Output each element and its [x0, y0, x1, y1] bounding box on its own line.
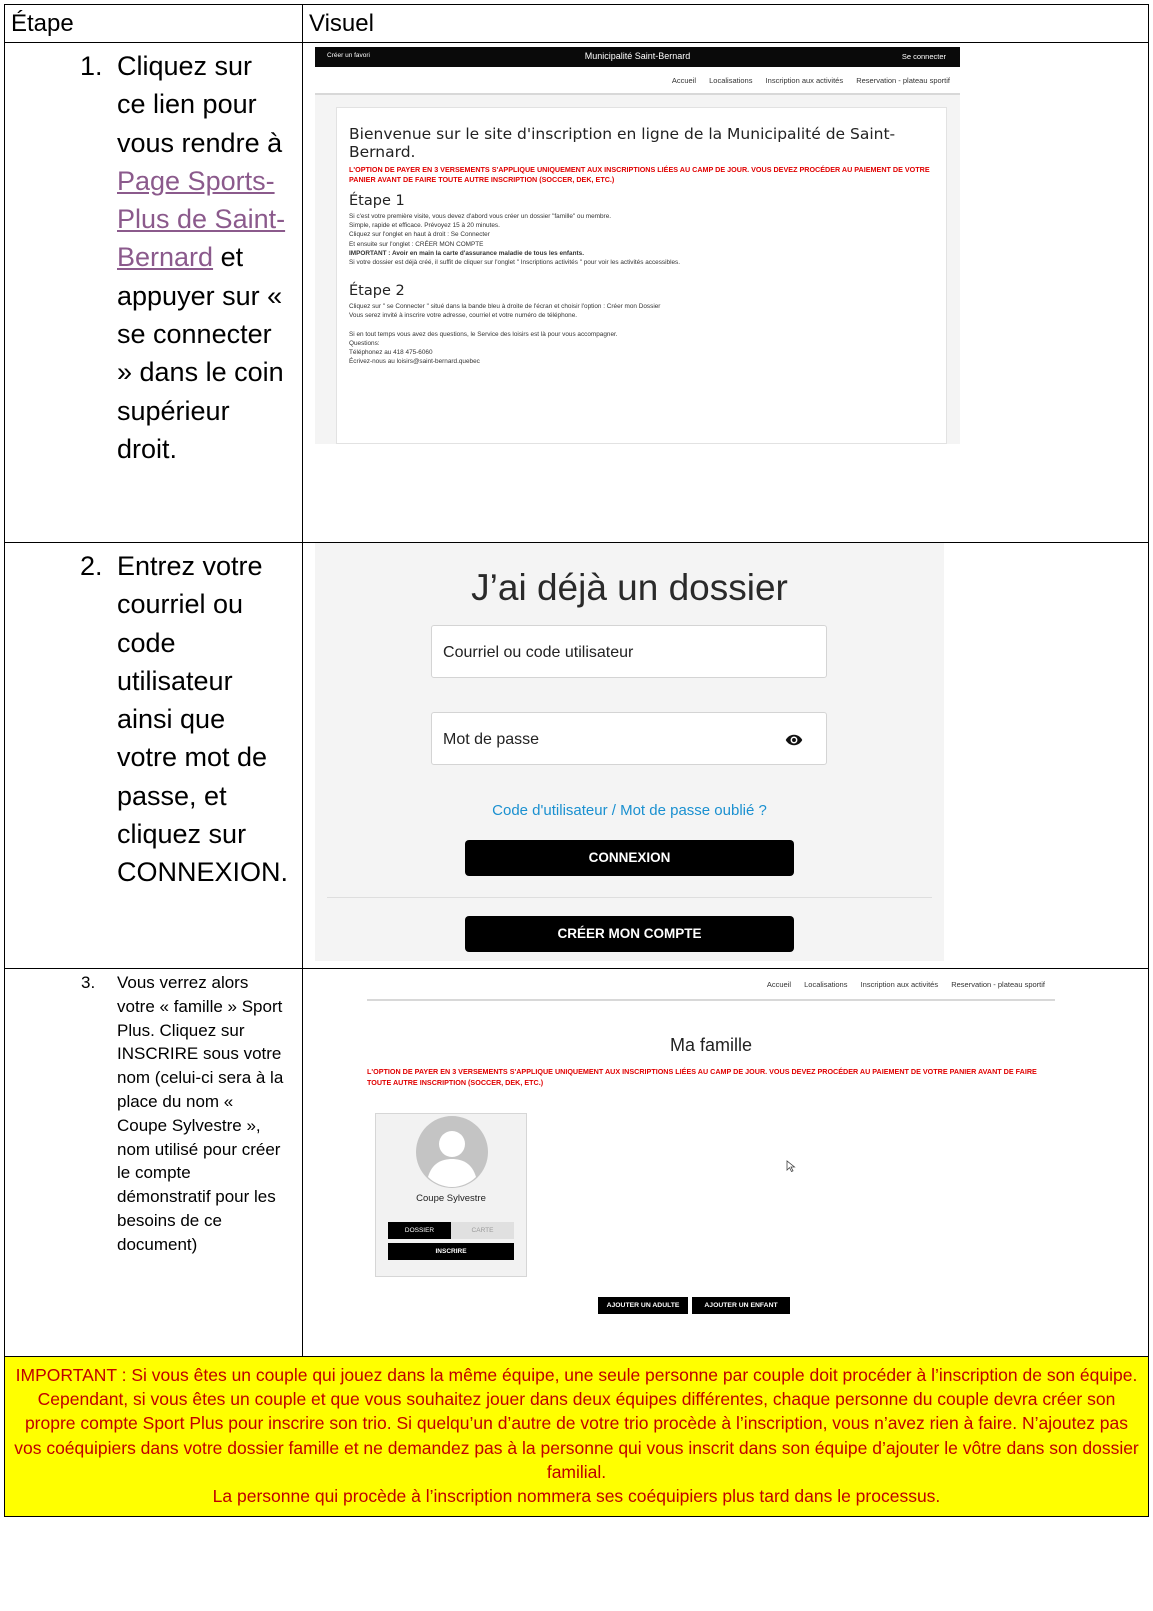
step1-row: 1. Cliquez sur ce lien pour vous rendre à…: [3, 42, 1149, 543]
step3-body: Vous verrez alors votre « famille » Spor…: [117, 973, 284, 1254]
login-divider: [327, 897, 933, 898]
step2-number: 2.: [80, 551, 103, 581]
eye-icon[interactable]: [785, 731, 803, 749]
site-login-link[interactable]: Se connecter: [902, 52, 946, 61]
welcome-heading: Bienvenue sur le site d'inscription en l…: [349, 125, 896, 161]
step3-cell: 3. Vous verrez alors votre « famille » Sp…: [3, 968, 304, 1357]
etape1-line: Et ensuite sur l'onglet : CRÉER MON COMP…: [349, 240, 484, 248]
etape2-line: Cliquez sur " se Connecter " situé dans …: [349, 303, 661, 311]
step1-visual-cell: Créer un favori Municipalité Saint-Berna…: [302, 42, 1149, 543]
important-note: IMPORTANT : Si vous êtes un couple qui j…: [4, 1355, 1149, 1518]
header-row: Étape Visuel: [3, 4, 1149, 43]
step1-text: 1. Cliquez sur ce lien pour vous rendre à…: [5, 43, 302, 474]
member-name: Coupe Sylvestre: [416, 1193, 486, 1204]
step2-row: 2. Entrez votre courriel ou code utilisat…: [3, 542, 1149, 969]
tab-dossier[interactable]: DOSSIER: [388, 1222, 452, 1239]
etape1-line: Si votre dossier est déjà créé, il suffi…: [349, 259, 681, 267]
sports-plus-link[interactable]: Page Sports-Plus de Saint-Bernard: [117, 166, 285, 273]
etape1-important: IMPORTANT : Avoir en main la carte d'ass…: [349, 249, 584, 257]
login-title: J’ai déjà un dossier: [471, 567, 788, 608]
avatar-icon: [416, 1116, 489, 1188]
etape2-line: Écrivez-nous au loisirs@saint-bernard.qu…: [349, 358, 480, 366]
welcome-card: Bienvenue sur le site d'inscription en l…: [336, 107, 948, 444]
add-adult-button[interactable]: AJOUTER UN ADULTE: [598, 1297, 689, 1314]
step3-number: 3.: [81, 973, 96, 992]
step2-text: 2. Entrez votre courriel ou code utilisat…: [5, 543, 302, 898]
family-nav: Accueil Localisations Inscription aux ac…: [367, 969, 1056, 1001]
etape2-line: Vous serez invité à inscrire votre adres…: [349, 312, 578, 320]
family-screenshot: Accueil Localisations Inscription aux ac…: [361, 969, 1062, 1354]
payment-notice: L'OPTION DE PAYER EN 3 VERSEMENTS S'APPL…: [349, 165, 930, 184]
etape2-heading: Étape 2: [349, 283, 405, 300]
site-top-bar: Créer un favori Municipalité Saint-Berna…: [315, 47, 961, 67]
member-card: Coupe Sylvestre DOSSIER CARTE INSCRIRE: [375, 1113, 528, 1277]
step1-text-before: Cliquez sur ce lien pour vous rendre à: [117, 51, 283, 158]
nav-accueil[interactable]: Accueil: [767, 980, 791, 989]
add-child-button[interactable]: AJOUTER UN ENFANT: [692, 1297, 791, 1314]
etape1-line: Simple, rapide et efficace. Prévoyez 15 …: [349, 222, 500, 230]
important-row: IMPORTANT : Si vous êtes un couple qui j…: [4, 1355, 1149, 1518]
family-title: Ma famille: [670, 1035, 753, 1055]
mouse-cursor-icon: [786, 1160, 796, 1172]
etape1-body: Si c'est votre première visite, vous dev…: [349, 212, 934, 267]
etape1-heading: Étape 1: [349, 193, 405, 209]
etape1-line: Cliquez sur l'onglet en haut à droit : S…: [349, 231, 490, 239]
etape2-line: Questions:: [349, 340, 380, 348]
step2-body: Entrez votre courriel ou code utilisateu…: [117, 551, 289, 888]
step1-cell: 1. Cliquez sur ce lien pour vous rendre à…: [3, 42, 304, 543]
nav-accueil[interactable]: Accueil: [672, 76, 696, 85]
inscrire-button[interactable]: INSCRIRE: [388, 1243, 515, 1260]
nav-reservation[interactable]: Reservation - plateau sportif: [856, 76, 950, 85]
etape2-body: Cliquez sur " se Connecter " situé dans …: [349, 302, 934, 366]
etape2-line: Si en tout temps vous avez des questions…: [349, 330, 618, 338]
password-field[interactable]: Mot de passe: [431, 712, 828, 765]
instructions-table: Étape Visuel 1. Cliquez sur ce lien pour …: [3, 4, 1149, 1518]
forgot-password-link[interactable]: Code d'utilisateur / Mot de passe oublié…: [315, 802, 944, 819]
step1-text-after: et appuyer sur « se connecter » dans le …: [117, 242, 284, 464]
step3-text: 3. Vous verrez alors votre « famille » Sp…: [5, 969, 302, 1259]
site-nav: Accueil Localisations Inscription aux ac…: [315, 67, 961, 95]
login-screenshot: J’ai déjà un dossier Courriel ou code ut…: [315, 543, 945, 961]
nav-localisations[interactable]: Localisations: [709, 76, 752, 85]
etape2-line: Téléphonez au 418 475-6060: [349, 349, 433, 357]
tab-carte[interactable]: CARTE: [451, 1222, 515, 1239]
connexion-button[interactable]: CONNEXION: [465, 840, 795, 876]
nav-reservation[interactable]: Reservation - plateau sportif: [951, 980, 1045, 989]
nav-inscription[interactable]: Inscription aux activités: [766, 76, 844, 85]
etape1-line: Si c'est votre première visite, vous dev…: [349, 213, 612, 220]
step3-visual-cell: Accueil Localisations Inscription aux ac…: [302, 968, 1149, 1357]
important-text: IMPORTANT : Si vous êtes un couple qui j…: [14, 1365, 1139, 1482]
step3-row: 3. Vous verrez alors votre « famille » Sp…: [3, 968, 1149, 1357]
password-placeholder: Mot de passe: [443, 731, 540, 748]
step2-visual-cell: J’ai déjà un dossier Courriel ou code ut…: [302, 542, 1149, 969]
header-step: Étape: [3, 4, 304, 43]
email-field[interactable]: Courriel ou code utilisateur: [431, 625, 828, 678]
nav-inscription[interactable]: Inscription aux activités: [861, 980, 939, 989]
family-payment-notice: L'OPTION DE PAYER EN 3 VERSEMENTS S'APPL…: [367, 1067, 1037, 1087]
create-account-button[interactable]: CRÉER MON COMPTE: [465, 916, 795, 952]
header-visual: Visuel: [302, 4, 1149, 43]
municipal-site-screenshot: Créer un favori Municipalité Saint-Berna…: [315, 47, 961, 444]
step1-number: 1.: [80, 51, 103, 81]
site-title: Municipalité Saint-Bernard: [584, 51, 691, 61]
nav-localisations[interactable]: Localisations: [804, 980, 847, 989]
important-text-2: La personne qui procède à l’inscription …: [212, 1486, 941, 1507]
step2-cell: 2. Entrez votre courriel ou code utilisat…: [3, 542, 304, 969]
